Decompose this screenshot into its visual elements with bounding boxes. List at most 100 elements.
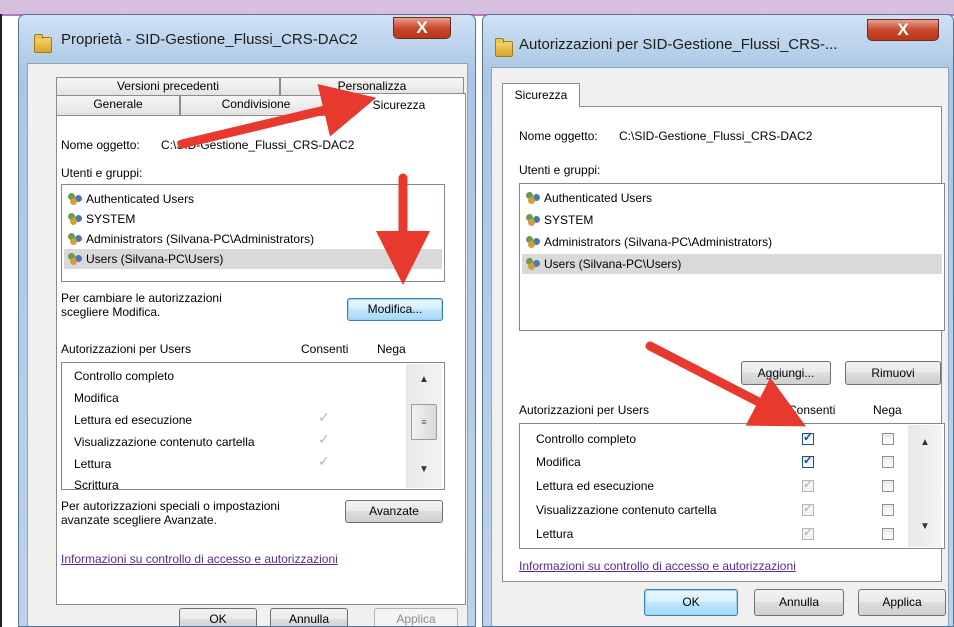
permissions-scrollbar[interactable]: ▲ ▼ bbox=[908, 425, 942, 547]
deny-header: Nega bbox=[873, 403, 902, 417]
permission-row: Scrittura bbox=[74, 478, 119, 492]
left-border-line bbox=[0, 14, 2, 627]
list-item[interactable]: Authenticated Users bbox=[522, 188, 942, 208]
user-name: Administrators (Silvana-PC\Administrator… bbox=[86, 232, 315, 246]
access-control-info-link[interactable]: Informazioni su controllo di accesso e a… bbox=[61, 552, 338, 566]
allow-header: Consenti bbox=[788, 403, 836, 417]
deny-checkbox[interactable] bbox=[882, 504, 894, 516]
list-item-selected[interactable]: Users (Silvana-PC\Users) bbox=[64, 249, 442, 269]
cancel-button[interactable]: Annulla bbox=[270, 608, 348, 626]
users-group-icon bbox=[68, 193, 84, 205]
allow-check-icon: ✓ bbox=[318, 453, 330, 469]
users-list[interactable]: Authenticated Users SYSTEM Administrator… bbox=[61, 184, 445, 282]
close-button[interactable]: X bbox=[393, 17, 451, 39]
folder-icon bbox=[34, 34, 52, 53]
list-item[interactable]: SYSTEM bbox=[64, 209, 442, 229]
users-group-icon bbox=[68, 213, 84, 225]
allow-header: Consenti bbox=[301, 342, 349, 356]
users-group-icon bbox=[526, 236, 542, 248]
tab-condivisione[interactable]: Condivisione bbox=[180, 95, 332, 115]
users-groups-label: Utenti e gruppi: bbox=[61, 166, 143, 180]
allow-checkbox[interactable] bbox=[802, 430, 814, 445]
tab-generale[interactable]: Generale bbox=[56, 95, 180, 115]
user-name: Users (Silvana-PC\Users) bbox=[544, 257, 682, 271]
add-button[interactable]: Aggiungi... bbox=[741, 361, 831, 385]
user-name: Users (Silvana-PC\Users) bbox=[86, 252, 224, 266]
scroll-down-arrow-icon[interactable]: ▼ bbox=[920, 521, 930, 532]
allow-check-icon: ✓ bbox=[318, 431, 330, 447]
tab-sicurezza[interactable]: Sicurezza bbox=[332, 93, 466, 117]
allow-checkbox[interactable] bbox=[802, 525, 814, 540]
tab-versioni-precedenti[interactable]: Versioni precedenti bbox=[56, 77, 280, 95]
properties-window: Proprietà - SID-Gestione_Flussi_CRS-DAC2… bbox=[18, 14, 476, 627]
dialog-body: Versioni precedenti Personalizza General… bbox=[27, 63, 468, 626]
list-item-selected[interactable]: Users (Silvana-PC\Users) bbox=[522, 254, 942, 274]
permission-row: Lettura bbox=[536, 527, 574, 541]
permission-row: Modifica bbox=[536, 455, 581, 469]
tab-sicurezza[interactable]: Sicurezza bbox=[502, 83, 580, 107]
list-item[interactable]: Authenticated Users bbox=[64, 189, 442, 209]
users-groups-label: Utenti e gruppi: bbox=[519, 163, 601, 177]
scroll-up-arrow-icon[interactable]: ▲ bbox=[419, 374, 429, 385]
user-name: Administrators (Silvana-PC\Administrator… bbox=[544, 235, 773, 249]
permission-row: Modifica bbox=[74, 391, 119, 405]
dialog-body: Sicurezza Nome oggetto: C:\SID-Gestione_… bbox=[491, 67, 949, 626]
deny-checkbox[interactable] bbox=[882, 480, 894, 492]
cancel-button[interactable]: Annulla bbox=[754, 589, 844, 616]
users-group-icon bbox=[526, 214, 542, 226]
user-name: Authenticated Users bbox=[86, 192, 195, 206]
permissions-scrollbar[interactable]: ▲ ≡ ▼ bbox=[406, 364, 442, 488]
modify-button[interactable]: Modifica... bbox=[347, 298, 443, 321]
users-group-icon bbox=[68, 253, 84, 265]
allow-checkbox[interactable] bbox=[802, 477, 814, 492]
permission-row: Visualizzazione contenuto cartella bbox=[74, 435, 255, 449]
allow-checkbox[interactable] bbox=[802, 453, 814, 468]
users-group-icon bbox=[68, 233, 84, 245]
permission-row: Controllo completo bbox=[74, 369, 175, 383]
security-tab-panel: Nome oggetto: C:\SID-Gestione_Flussi_CRS… bbox=[502, 106, 945, 582]
permissions-for-label: Autorizzazioni per Users bbox=[61, 342, 192, 356]
ok-button[interactable]: OK bbox=[644, 589, 738, 616]
deny-checkbox[interactable] bbox=[882, 433, 894, 445]
users-group-icon bbox=[526, 258, 542, 270]
users-group-icon bbox=[526, 192, 542, 204]
access-control-info-link[interactable]: Informazioni su controllo di accesso e a… bbox=[519, 559, 796, 573]
permission-row: Lettura ed esecuzione bbox=[536, 479, 655, 493]
deny-checkbox[interactable] bbox=[882, 528, 894, 540]
allow-checkbox[interactable] bbox=[802, 501, 814, 516]
scroll-thumb[interactable]: ≡ bbox=[411, 404, 437, 440]
scroll-down-arrow-icon[interactable]: ▼ bbox=[419, 464, 429, 475]
permissions-list[interactable]: Controllo completo Modifica Lettura ed e… bbox=[519, 423, 945, 549]
close-button[interactable]: X bbox=[867, 19, 939, 41]
list-item[interactable]: SYSTEM bbox=[522, 210, 942, 230]
advanced-button[interactable]: Avanzate bbox=[345, 500, 443, 523]
list-item[interactable]: Administrators (Silvana-PC\Administrator… bbox=[522, 232, 942, 252]
window-title: Proprietà - SID-Gestione_Flussi_CRS-DAC2 bbox=[61, 31, 358, 48]
ok-button[interactable]: OK bbox=[179, 608, 257, 626]
apply-button[interactable]: Applica bbox=[858, 589, 946, 616]
permissions-window: Autorizzazioni per SID-Gestione_Flussi_C… bbox=[482, 14, 954, 627]
window-title: Autorizzazioni per SID-Gestione_Flussi_C… bbox=[519, 36, 838, 53]
security-tab-panel: Nome oggetto: C:\SID-Gestione_Flussi_CRS… bbox=[56, 115, 466, 605]
deny-header: Nega bbox=[377, 342, 406, 356]
scroll-up-arrow-icon[interactable]: ▲ bbox=[920, 437, 930, 448]
object-name-value: C:\SID-Gestione_Flussi_CRS-DAC2 bbox=[161, 138, 355, 152]
permission-row: Lettura bbox=[74, 457, 112, 471]
permissions-for-label: Autorizzazioni per Users bbox=[519, 403, 650, 417]
apply-button[interactable]: Applica bbox=[374, 608, 458, 626]
folder-icon bbox=[495, 38, 513, 57]
object-name-label: Nome oggetto: bbox=[61, 138, 140, 152]
user-name: Authenticated Users bbox=[544, 191, 653, 205]
remove-button[interactable]: Rimuovi bbox=[845, 361, 941, 385]
permissions-list[interactable]: Controllo completo Modifica Lettura ed e… bbox=[61, 362, 445, 492]
deny-checkbox[interactable] bbox=[882, 456, 894, 468]
allow-check-icon: ✓ bbox=[318, 409, 330, 425]
special-permissions-text-2: avanzate scegliere Avanzate. bbox=[61, 513, 217, 527]
permission-row: Visualizzazione contenuto cartella bbox=[536, 503, 717, 517]
user-name: SYSTEM bbox=[86, 212, 136, 226]
object-name-label: Nome oggetto: bbox=[519, 129, 598, 143]
users-list[interactable]: Authenticated Users SYSTEM Administrator… bbox=[519, 183, 945, 331]
user-name: SYSTEM bbox=[544, 213, 594, 227]
change-permissions-text: Per cambiare le autorizzazioni bbox=[61, 291, 222, 305]
list-item[interactable]: Administrators (Silvana-PC\Administrator… bbox=[64, 229, 442, 249]
